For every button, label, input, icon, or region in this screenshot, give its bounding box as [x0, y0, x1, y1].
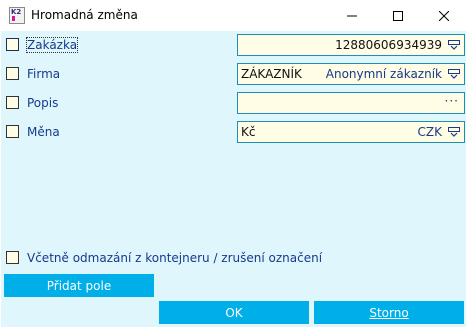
checkbox-mena[interactable] [6, 125, 19, 138]
close-icon [439, 10, 449, 21]
maximize-button[interactable] [375, 0, 421, 31]
field-zakazka[interactable]: 12880606934939 [237, 34, 465, 56]
close-button[interactable] [421, 0, 467, 31]
field-popis[interactable]: ··· [237, 92, 465, 114]
field-mena-code: CZK [417, 125, 442, 139]
label-include-unmark: Včetně odmazání z kontejneru / zrušení o… [27, 251, 323, 265]
dropdown-icon[interactable] [448, 69, 460, 79]
field-firma[interactable]: ZÁKAZNÍK Anonymní zákazník [237, 63, 465, 85]
minimize-button[interactable] [329, 0, 375, 31]
checkbox-popis[interactable] [6, 96, 19, 109]
field-mena[interactable]: Kč CZK [237, 121, 465, 143]
label-popis: Popis [27, 96, 59, 110]
app-icon[interactable]: K2 [9, 7, 25, 24]
ellipsis-button[interactable]: ··· [445, 94, 459, 108]
window-title: Hromadná změna [31, 8, 138, 22]
minimize-icon [347, 15, 357, 16]
app-icon-stripe [12, 16, 15, 21]
ok-button[interactable]: OK [159, 301, 309, 324]
add-field-button[interactable]: Přidat pole [4, 274, 154, 297]
app-icon-text: K2 [11, 8, 22, 16]
title-bar[interactable]: K2 Hromadná změna [0, 0, 467, 31]
add-field-label: Přidat pole [46, 278, 112, 293]
field-zakazka-value: 12880606934939 [335, 38, 442, 52]
maximize-icon [393, 10, 403, 21]
label-mena: Měna [27, 125, 60, 139]
label-zakazka[interactable]: Zakázka [25, 37, 79, 53]
field-firma-name: Anonymní zákazník [325, 67, 442, 81]
cancel-button[interactable]: Storno [314, 301, 464, 324]
checkbox-zakazka[interactable] [6, 38, 19, 51]
label-firma: Firma [27, 67, 61, 81]
dialog-body: Zakázka 12880606934939 Firma ZÁKAZNÍK An… [1, 31, 466, 327]
field-firma-code: ZÁKAZNÍK [241, 67, 302, 81]
field-mena-symbol: Kč [241, 125, 256, 139]
cancel-label: Storno [369, 305, 409, 320]
dropdown-icon[interactable] [448, 127, 460, 137]
dropdown-icon[interactable] [448, 40, 460, 50]
checkbox-firma[interactable] [6, 67, 19, 80]
ok-label: OK [225, 305, 243, 320]
checkbox-include-unmark[interactable] [6, 251, 19, 264]
